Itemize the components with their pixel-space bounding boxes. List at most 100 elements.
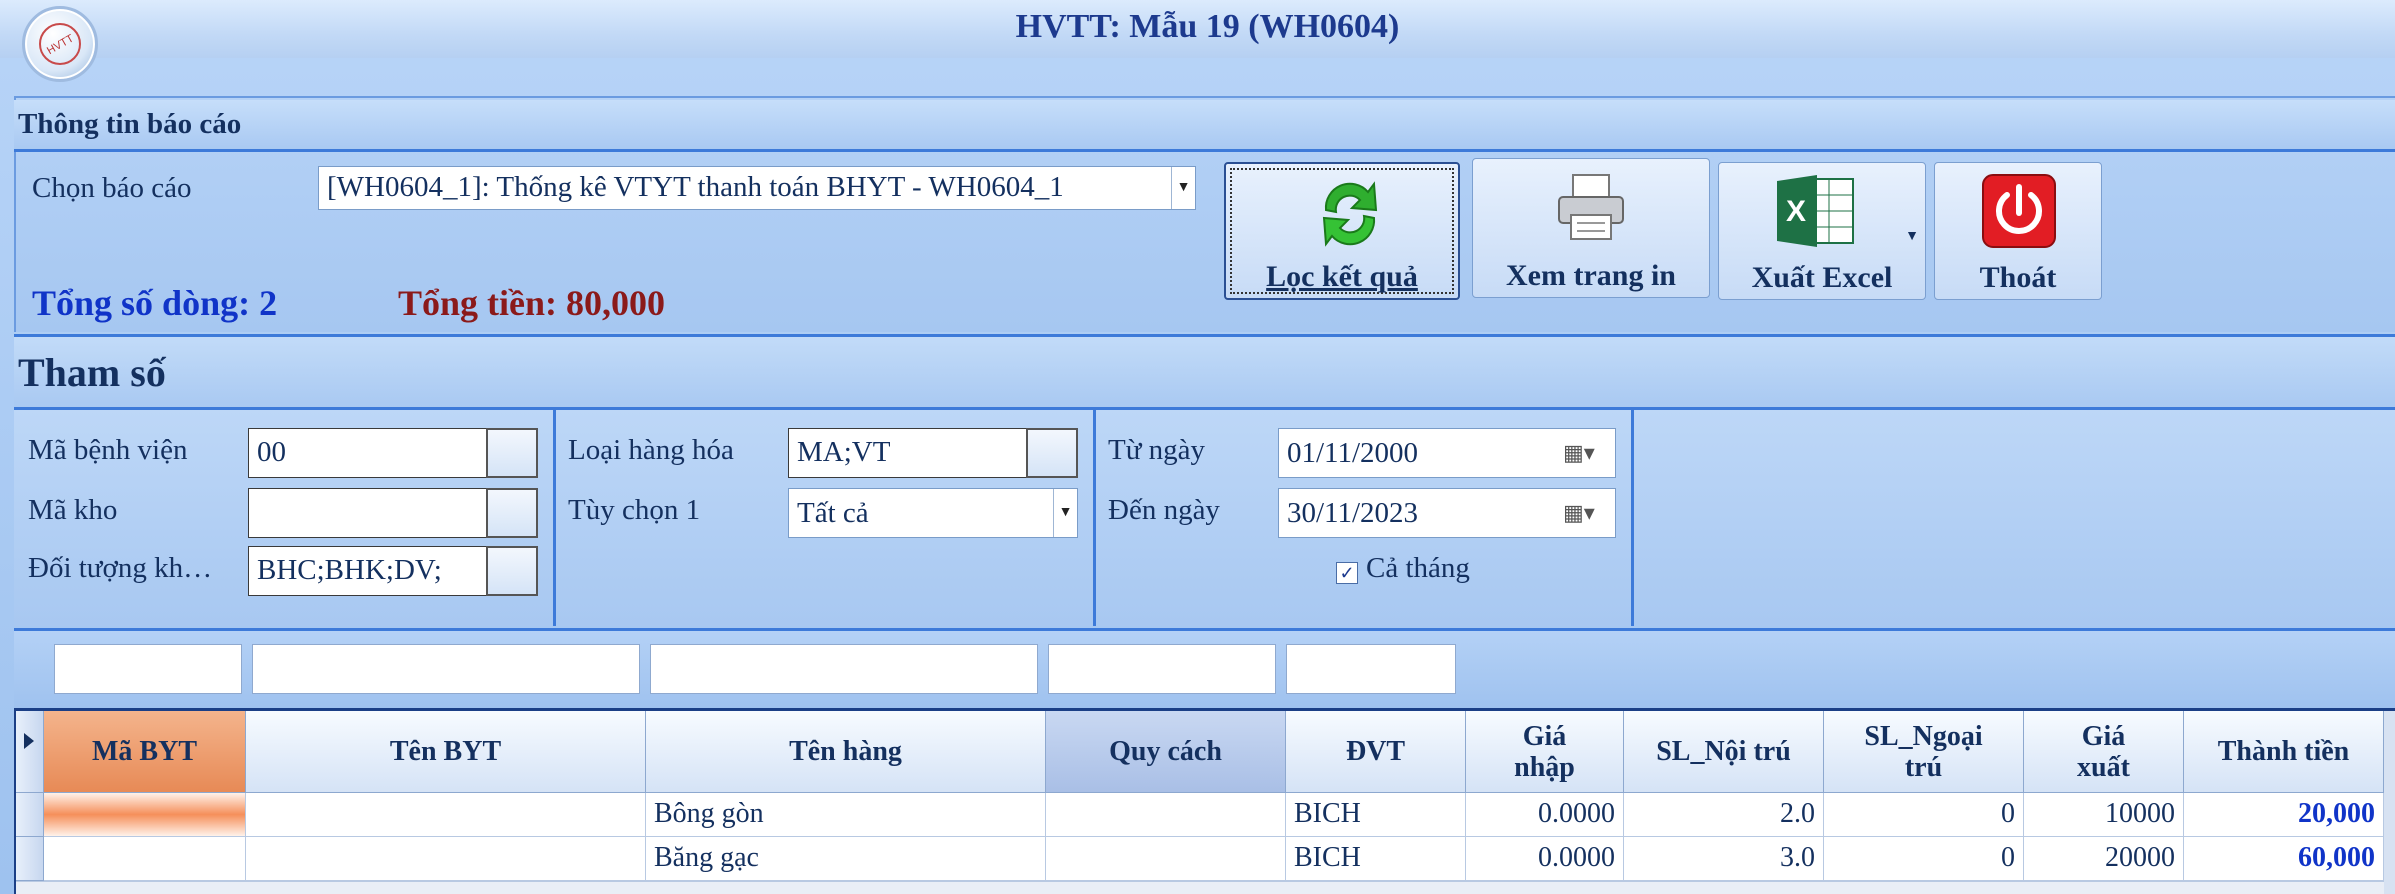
grid-cell-gia-xuat[interactable]: 20000 — [2024, 837, 2184, 881]
grid-cell-gia-nhap[interactable]: 0.0000 — [1466, 793, 1624, 837]
choose-report-label: Chọn báo cáo — [32, 172, 192, 204]
choose-report-value: [WH0604_1]: Thống kê VTYT thanh toán BHY… — [327, 171, 1064, 203]
column-header-label: Giá nhập — [1514, 720, 1575, 783]
filter-box-ma-byt[interactable] — [54, 644, 242, 694]
excel-icon: X — [1777, 175, 1854, 247]
grid-cell-sl-ngoai-tru[interactable]: 0 — [1824, 793, 2024, 837]
column-header-gia-nhap[interactable]: Giá nhập — [1466, 711, 1624, 793]
column-header-quy-cach[interactable]: Quy cách — [1046, 711, 1286, 793]
grid-bottom-edge — [16, 881, 2384, 894]
chevron-down-icon[interactable]: ▼ — [1053, 489, 1077, 537]
grid-cell-ma-byt[interactable] — [44, 837, 246, 881]
window-title: HVTT: Mẫu 19 (WH0604) — [1015, 8, 1400, 45]
filter-results-label: Lọc kết quả — [1266, 260, 1418, 293]
exit-label: Thoát — [1979, 261, 2057, 294]
column-header-sl-ngoai-tru[interactable]: SL_Ngoại trú — [1824, 711, 2024, 793]
exit-button[interactable]: Thoát — [1934, 162, 2102, 300]
filter-box-quy-cach[interactable] — [1048, 644, 1276, 694]
grid-cell-ten-hang[interactable]: Băng gạc — [646, 837, 1046, 881]
column-header-dvt[interactable]: ĐVT — [1286, 711, 1466, 793]
column-header-ten-byt[interactable]: Tên BYT — [246, 711, 646, 793]
column-header-thanh-tien[interactable]: Thành tiền — [2184, 711, 2384, 793]
grid-cell-gia-nhap[interactable]: 0.0000 — [1466, 837, 1624, 881]
grid-cell-thanh-tien[interactable]: 60,000 — [2184, 837, 2384, 881]
option-1-value: Tất cả — [797, 497, 869, 529]
column-header-ten-hang[interactable]: Tên hàng — [646, 711, 1046, 793]
excel-dropdown-icon[interactable]: ▼ — [1905, 229, 1919, 245]
patient-type-label: Đối tượng kh… — [28, 552, 213, 584]
grid-cell-thanh-tien[interactable]: 20,000 — [2184, 793, 2384, 837]
row-header[interactable] — [16, 793, 44, 837]
filter-box-ten-hang[interactable] — [650, 644, 1038, 694]
grid-cell-sl-noi-tru[interactable]: 3.0 — [1624, 837, 1824, 881]
column-header-label: Thành tiền — [2217, 736, 2350, 767]
goods-type-value: MA;VT — [797, 436, 891, 468]
option-1-label: Tùy chọn 1 — [568, 494, 701, 526]
svg-text:X: X — [1786, 195, 1806, 228]
from-date-field[interactable]: 01/11/2000 ▦▾ — [1278, 428, 1616, 478]
svg-text:HVTT: HVTT — [45, 32, 76, 57]
grid-scroll-edge[interactable] — [2384, 711, 2395, 894]
whole-month-label: Cả tháng — [1366, 552, 1470, 584]
app-logo-icon[interactable]: HVTT — [22, 6, 98, 82]
column-header-label: Mã BYT — [92, 736, 197, 767]
column-header-label: ĐVT — [1345, 736, 1406, 767]
whole-month-checkbox[interactable]: ✓ — [1336, 562, 1358, 584]
column-header-label: Tên BYT — [389, 736, 502, 767]
total-rows-text: Tổng số dòng: 2 — [32, 283, 278, 323]
grid-cell-ten-hang[interactable]: Bông gòn — [646, 793, 1046, 837]
grid-cell-quy-cach[interactable] — [1046, 793, 1286, 837]
report-info-header: Thông tin báo cáo — [14, 100, 2395, 152]
chevron-down-icon[interactable]: ▼ — [1171, 167, 1195, 209]
patient-type-picker-button[interactable] — [486, 546, 538, 596]
total-money-text: Tổng tiền: 80,000 — [398, 283, 666, 323]
filter-box-dvt[interactable] — [1286, 644, 1456, 694]
calendar-icon[interactable]: ▦▾ — [1563, 489, 1607, 537]
export-excel-button[interactable]: X ▼ Xuất Excel — [1718, 162, 1926, 300]
params-header: Tham số — [14, 334, 2395, 410]
to-date-value: 30/11/2023 — [1287, 497, 1419, 529]
column-header-ma-byt[interactable]: Mã BYT — [44, 711, 246, 793]
hospital-code-label: Mã bệnh viện — [28, 434, 188, 466]
print-preview-label: Xem trang in — [1506, 259, 1676, 292]
warehouse-code-label: Mã kho — [28, 494, 118, 526]
grid-cell-ten-byt[interactable] — [246, 793, 646, 837]
hospital-code-picker-button[interactable] — [486, 428, 538, 478]
printer-icon — [1558, 174, 1624, 240]
grid-row-header-corner[interactable] — [16, 711, 44, 793]
warehouse-code-picker-button[interactable] — [486, 488, 538, 538]
row-header[interactable] — [16, 837, 44, 881]
report-info-title: Thông tin báo cáo — [18, 108, 242, 140]
grid-cell-quy-cach[interactable] — [1046, 837, 1286, 881]
column-header-sl-noi-tru[interactable]: SL_Nội trú — [1624, 711, 1824, 793]
calendar-icon[interactable]: ▦▾ — [1563, 429, 1607, 477]
refresh-icon — [1322, 181, 1378, 247]
goods-type-picker-button[interactable] — [1026, 428, 1078, 478]
column-header-label: Tên hàng — [789, 736, 902, 767]
export-excel-label: Xuất Excel — [1751, 261, 1893, 294]
choose-report-combo[interactable]: [WH0604_1]: Thống kê VTYT thanh toán BHY… — [318, 166, 1196, 210]
filter-results-button[interactable]: Lọc kết quả — [1224, 162, 1460, 300]
to-date-label: Đến ngày — [1108, 494, 1220, 526]
option-1-combo[interactable]: Tất cả ▼ — [788, 488, 1078, 538]
from-date-label: Từ ngày — [1108, 434, 1206, 466]
filter-box-ten-byt[interactable] — [252, 644, 640, 694]
column-header-label: Giá xuất — [2077, 720, 2130, 783]
goods-type-label: Loại hàng hóa — [568, 434, 734, 466]
grid-cell-sl-ngoai-tru[interactable]: 0 — [1824, 837, 2024, 881]
grid-cell-gia-xuat[interactable]: 10000 — [2024, 793, 2184, 837]
params-empty-area — [1634, 410, 2395, 626]
grid-cell-sl-noi-tru[interactable]: 2.0 — [1624, 793, 1824, 837]
grid-cell-dvt[interactable]: BICH — [1286, 837, 1466, 881]
grid-cell-ten-byt[interactable] — [246, 837, 646, 881]
grid-cell-ma-byt[interactable] — [44, 793, 246, 837]
from-date-value: 01/11/2000 — [1287, 437, 1419, 469]
print-preview-button[interactable]: Xem trang in — [1472, 158, 1710, 298]
column-header-label: SL_Ngoại trú — [1864, 720, 1983, 783]
column-header-gia-xuat[interactable]: Giá xuất — [2024, 711, 2184, 793]
column-header-label: Quy cách — [1109, 736, 1222, 767]
params-title: Tham số — [18, 350, 166, 395]
grid-cell-dvt[interactable]: BICH — [1286, 793, 1466, 837]
to-date-field[interactable]: 30/11/2023 ▦▾ — [1278, 488, 1616, 538]
patient-type-value: BHC;BHK;DV; — [257, 554, 442, 586]
